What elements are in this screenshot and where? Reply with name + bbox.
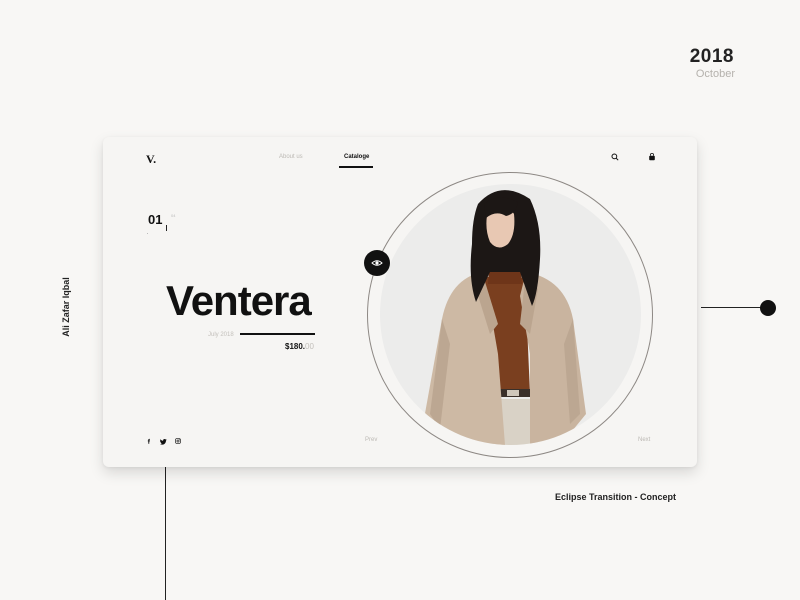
twitter-icon[interactable] bbox=[160, 438, 167, 445]
horizontal-connector-line bbox=[701, 307, 761, 308]
connector-dot bbox=[760, 300, 776, 316]
concept-caption: Eclipse Transition - Concept bbox=[555, 492, 677, 502]
author-credit: Ali Zafar Iqbal bbox=[61, 277, 71, 337]
facebook-icon[interactable] bbox=[146, 438, 152, 444]
nav-about-us[interactable]: About us bbox=[279, 154, 303, 160]
instagram-icon[interactable] bbox=[175, 438, 181, 444]
year-label: 2018 bbox=[689, 46, 734, 67]
product-card: V. About us Cataloge 01 04 Ventera July … bbox=[103, 137, 697, 467]
slide-dot bbox=[147, 233, 148, 234]
search-icon[interactable] bbox=[611, 153, 619, 161]
product-image-circle bbox=[380, 184, 641, 445]
vertical-connector-line bbox=[165, 466, 166, 600]
brand-logo[interactable]: V. bbox=[146, 152, 156, 167]
model-photo bbox=[424, 190, 586, 445]
nav-catalog[interactable]: Cataloge bbox=[344, 154, 369, 160]
eye-glyph bbox=[371, 260, 383, 266]
price-decimals: 00 bbox=[305, 342, 314, 351]
slide-total: 04 bbox=[171, 213, 176, 218]
bag-icon[interactable] bbox=[648, 153, 656, 161]
product-date: July 2018 bbox=[208, 332, 234, 338]
month-label: October bbox=[695, 68, 735, 80]
next-link[interactable]: Next bbox=[638, 437, 650, 443]
slide-number: 01 bbox=[148, 212, 163, 227]
product-price: $180.00 bbox=[285, 342, 314, 351]
prev-link[interactable]: Prev bbox=[365, 437, 377, 443]
eye-icon[interactable] bbox=[364, 250, 390, 276]
product-title: Ventera bbox=[166, 277, 312, 324]
slide-tick bbox=[166, 225, 167, 231]
price-underline bbox=[240, 333, 315, 335]
price-main: $180. bbox=[285, 342, 306, 351]
nav-active-underline bbox=[339, 166, 373, 168]
